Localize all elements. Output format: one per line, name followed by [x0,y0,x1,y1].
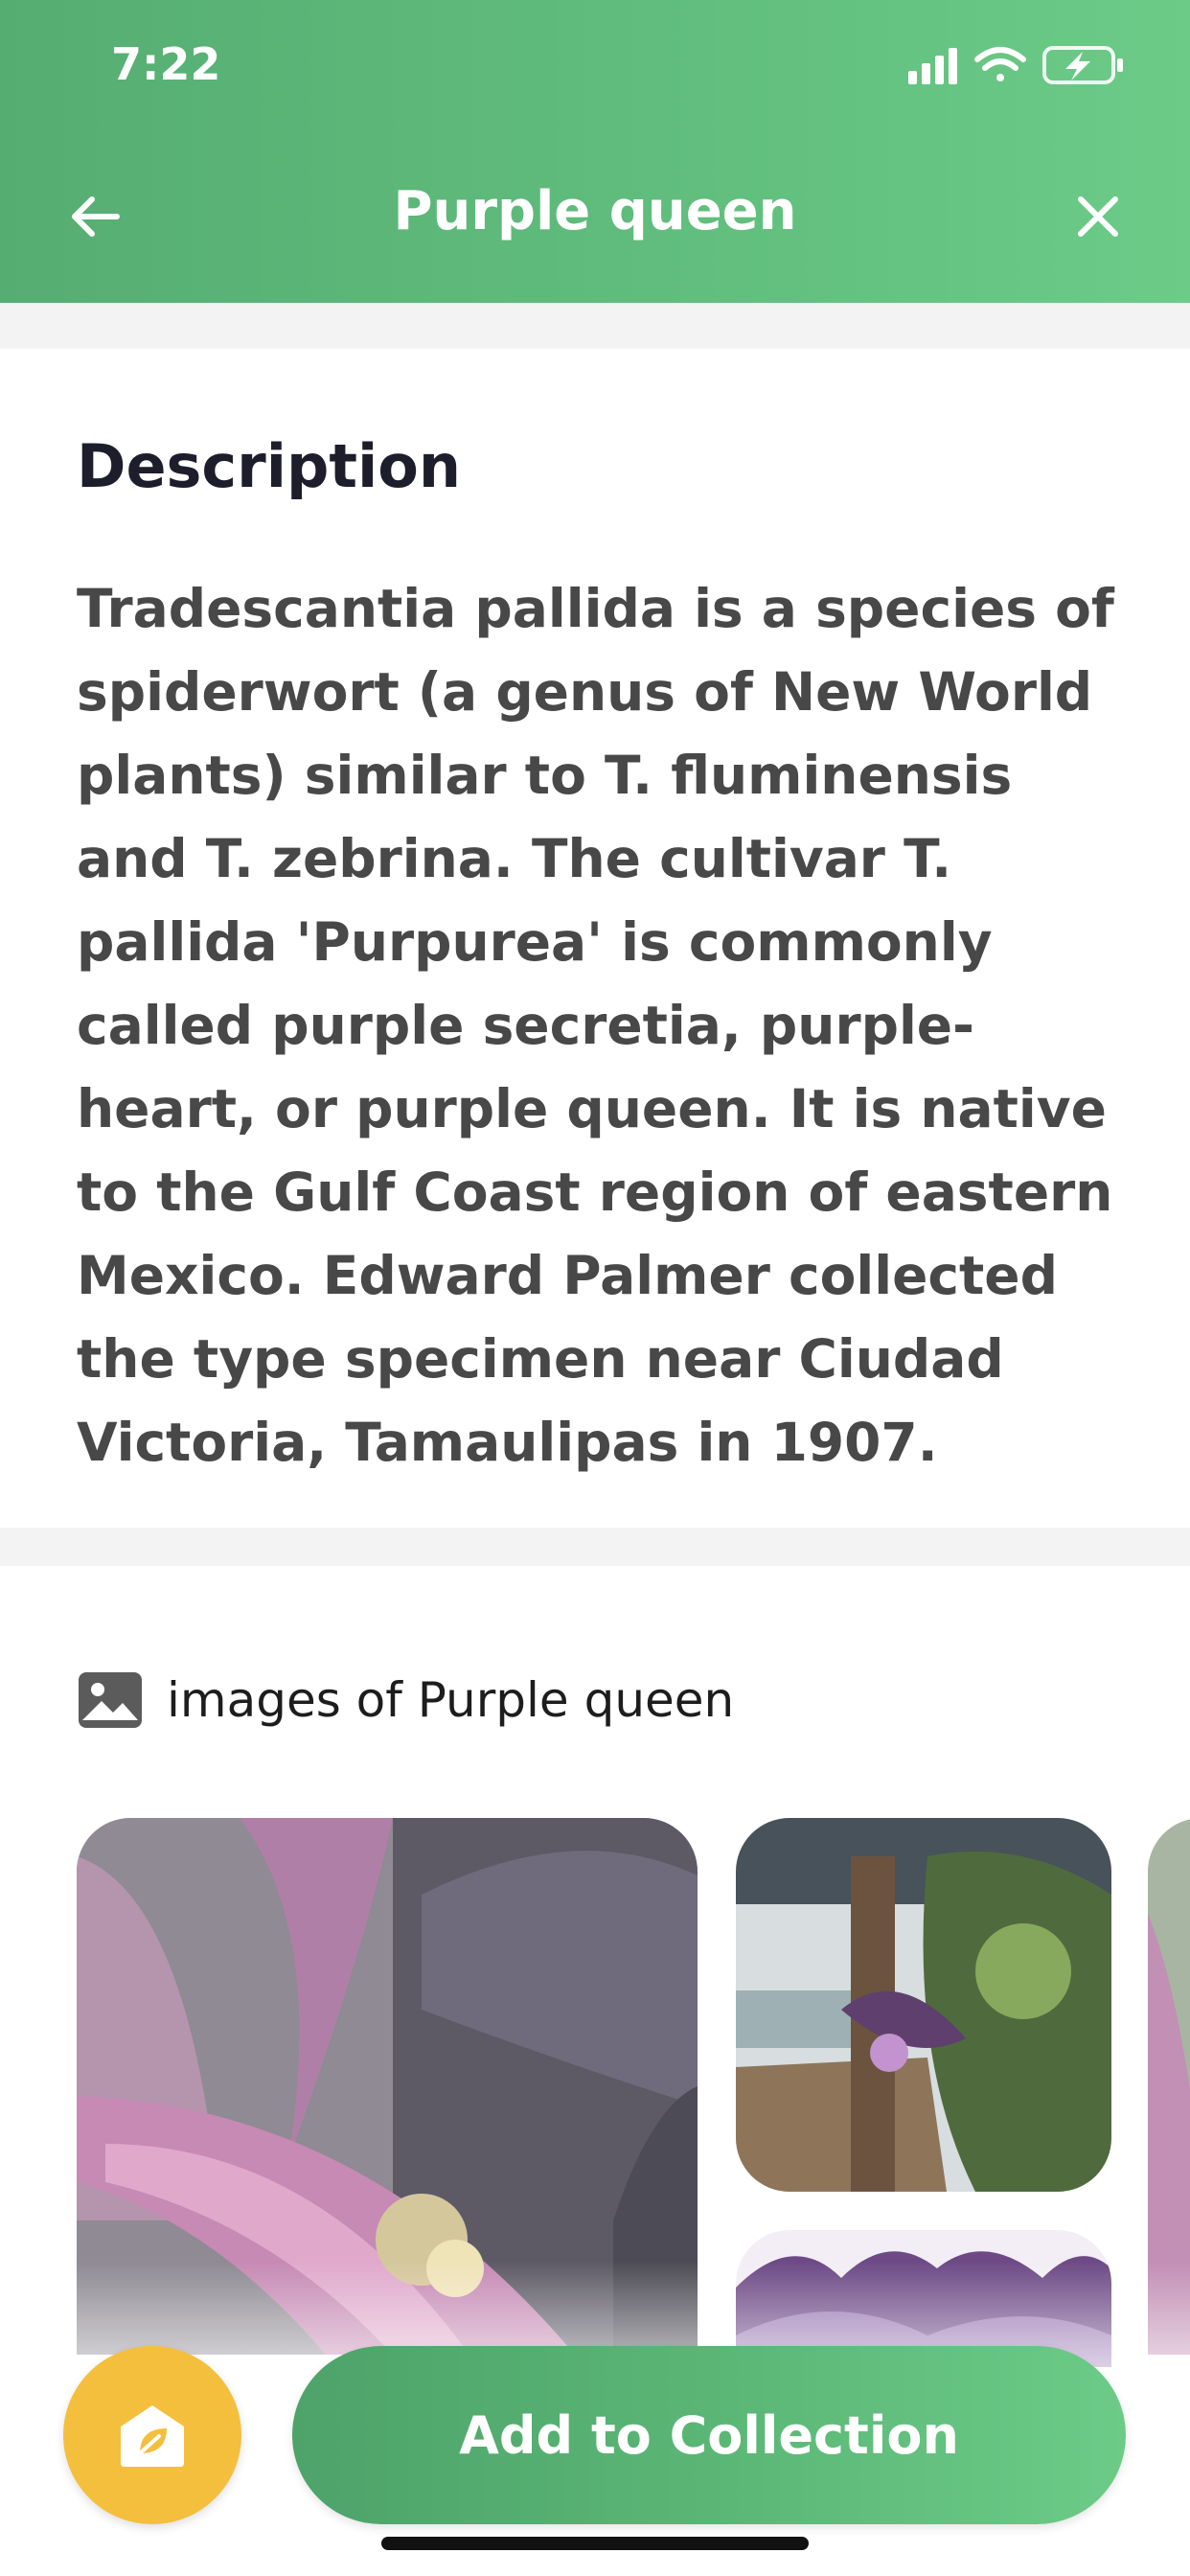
images-label: images of Purple queen [167,1672,734,1728]
images-heading: images of Purple queen [77,1669,734,1731]
plant-pot-icon [121,2405,184,2467]
description-text: Tradescantia pallida is a species of spi… [77,578,1114,1473]
wifi-icon [974,47,1026,81]
plant-photo-image [736,1818,1111,2192]
battery-charging-icon [1042,46,1123,84]
signal-icon [908,48,957,84]
close-icon [1078,196,1118,237]
image-icon [79,1672,142,1728]
images-label-prefix: images of [167,1672,402,1728]
images-plant-name: Purple queen [417,1672,735,1728]
arrow-left-icon [72,196,120,237]
page-title: Purple queen [393,180,797,242]
home-indicator [381,2537,809,2550]
close-button[interactable] [1060,182,1136,251]
plant-photo[interactable] [736,1818,1111,2192]
description-heading: Description [77,431,462,501]
collection-button[interactable] [63,2346,241,2524]
add-to-collection-button[interactable]: Add to Collection [292,2346,1126,2524]
back-button[interactable] [57,182,134,251]
section-divider [0,1528,1190,1566]
section-divider [0,303,1190,349]
status-icons [908,46,1123,84]
status-time: 7:22 [111,38,221,90]
app-header: 7:22 Purple queen [0,0,1190,303]
